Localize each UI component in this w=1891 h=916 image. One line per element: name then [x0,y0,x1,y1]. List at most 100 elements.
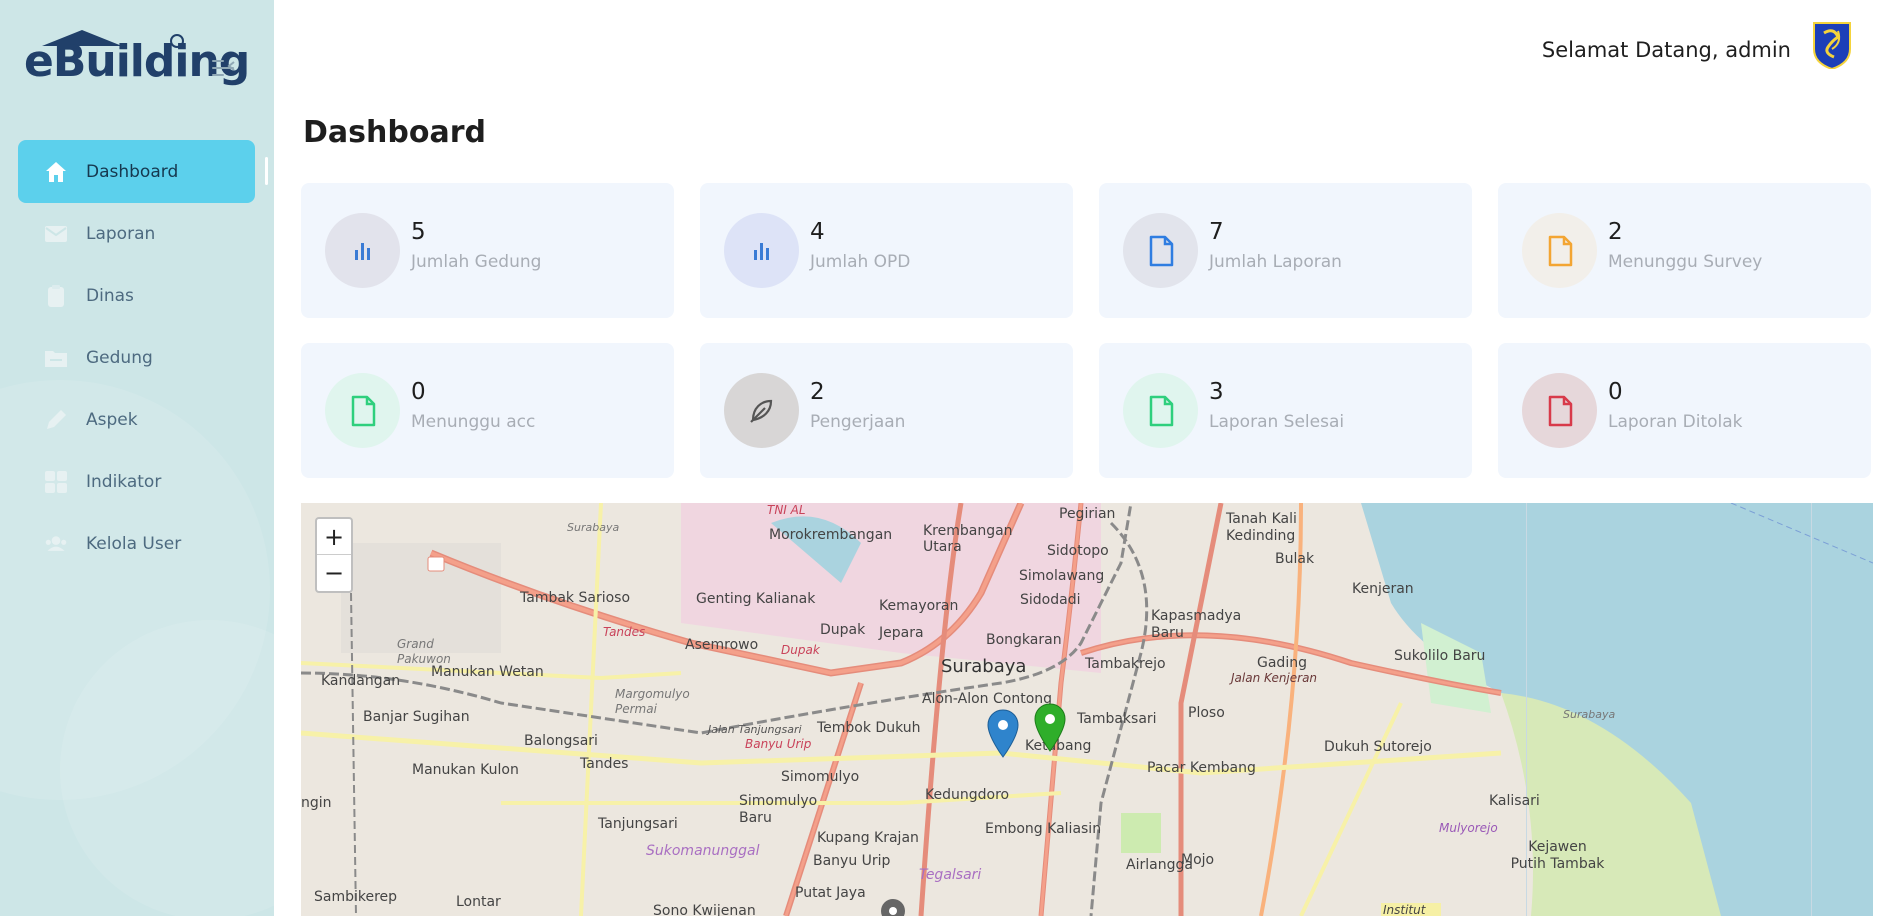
file-icon [1123,213,1198,288]
scroll-indicator [265,157,268,185]
collapse-icon [227,61,235,71]
sidebar-item-gedung[interactable]: Gedung [18,327,255,389]
map-label: Kandangan [321,673,401,689]
stat-value: 0 [411,379,426,405]
map-marker-blue[interactable] [987,709,1019,763]
stat-card-laporan-selesai[interactable]: 3 Laporan Selesai [1099,343,1472,478]
stat-label: Jumlah Gedung [411,252,542,272]
file-icon [1123,373,1198,448]
sidebar-item-label: Indikator [86,472,162,492]
sidebar-item-kelola-user[interactable]: Kelola User [18,513,255,575]
map-label: Bongkaran [986,632,1062,648]
stat-card-menunggu-survey[interactable]: 2 Menunggu Survey [1498,183,1871,318]
map-label: Sidotopo [1047,543,1109,559]
page-title: Dashboard [303,115,486,150]
stat-label: Menunggu Survey [1608,252,1763,272]
map-label: Tembok Dukuh [817,720,921,736]
stat-value: 3 [1209,379,1224,405]
mail-icon [44,222,68,246]
map-label: Tambak Sarioso [520,590,631,606]
stat-label: Jumlah OPD [810,252,911,272]
map-label: Jalan Kenjeran [1231,671,1318,685]
sidebar-item-label: Gedung [86,348,153,368]
pen-icon [44,408,68,432]
sidebar-item-label: Kelola User [86,534,182,554]
stat-card-jumlah-gedung[interactable]: 5 Jumlah Gedung [301,183,674,318]
map-label: Tandes [603,625,646,639]
map-label: Lontar [456,894,501,910]
bar-chart-icon [724,213,799,288]
map-label: TNI AL [767,503,806,517]
stat-card-menunggu-acc[interactable]: 0 Menunggu acc [301,343,674,478]
zoom-in-button[interactable]: + [317,519,351,555]
sidebar-item-laporan[interactable]: Laporan [18,203,255,265]
map-label: Manukan Kulon [412,762,519,778]
map-label: Kenjeran [1352,581,1414,597]
map-label: Sidodadi [1020,592,1081,608]
stat-card-jumlah-laporan[interactable]: 7 Jumlah Laporan [1099,183,1472,318]
map-label: Manukan Wetan [431,664,544,680]
stat-card-laporan-ditolak[interactable]: 0 Laporan Ditolak [1498,343,1871,478]
map-label: Institut [1383,903,1426,916]
map-label: Sambikerep [314,889,398,905]
stat-card-jumlah-opd[interactable]: 4 Jumlah OPD [700,183,1073,318]
stat-value: 4 [810,219,825,245]
map-label: Sukomanunggal [646,843,760,859]
map-label: Kalisari [1489,793,1540,809]
map-label: Tanah Kali Kedinding [1226,511,1297,544]
stat-value: 7 [1209,219,1224,245]
map-label: Kapasmadya Baru [1151,608,1242,641]
stat-label: Laporan Selesai [1209,412,1345,432]
map-label: Dukuh Sutorejo [1324,739,1432,755]
map-label: Putat Jaya [795,885,866,901]
file-icon [1522,373,1597,448]
map-label: Tambaksari [1077,711,1157,727]
map-label: Alon-Alon Contong [922,691,1053,707]
feather-icon [724,373,799,448]
map-label: Genting Kalianak [696,591,816,607]
clipboard-icon [44,284,68,308]
sidebar-item-label: Aspek [86,410,138,430]
bar-chart-icon [325,213,400,288]
file-icon [1522,213,1597,288]
map-view[interactable]: TNI AL Surabaya Morokrembangan Krembanga… [301,503,1873,916]
sidebar-item-dinas[interactable]: Dinas [18,265,255,327]
stat-label: Laporan Ditolak [1608,412,1743,432]
stat-card-pengerjaan[interactable]: 2 Pengerjaan [700,343,1073,478]
map-label: Bulak [1275,551,1315,567]
map-label: Dupak [781,643,820,657]
map-label: Dupak [820,622,866,638]
logo-globe-icon [170,34,184,48]
city-emblem-icon [1813,22,1851,71]
map-label: Krembangan Utara [923,523,1013,555]
sidebar-nav: Dashboard Laporan Dinas Gedung Aspek Ind… [18,140,255,575]
map-label: Ploso [1188,705,1225,721]
sidebar-item-indikator[interactable]: Indikator [18,451,255,513]
sidebar-item-aspek[interactable]: Aspek [18,389,255,451]
map-marker-green[interactable] [1034,703,1066,757]
map-label: Tegalsari [919,867,982,883]
stat-value: 2 [810,379,825,405]
stat-label: Pengerjaan [810,412,906,432]
map-label: Simolawang [1019,568,1105,584]
sidebar-toggle-button[interactable] [212,58,236,78]
stat-value: 2 [1608,219,1623,245]
home-icon [44,160,68,184]
map-label: Sono Kwijenan [653,903,756,916]
app-logo[interactable]: eBuilding [24,30,250,90]
sidebar-item-label: Laporan [86,224,156,244]
file-icon [325,373,400,448]
map-label: Banjar Sugihan [363,709,470,725]
map-label: Surabaya [1563,708,1616,721]
zoom-out-button[interactable]: − [317,555,351,591]
map-label: Kupang Krajan [817,830,919,846]
avatar[interactable] [1810,19,1854,71]
map-label: Pegirian [1059,506,1116,522]
map-label: Tanjungsari [598,816,678,832]
map-label: Surabaya [567,521,620,534]
welcome-text: Selamat Datang, admin [1541,38,1791,62]
stat-label: Menunggu acc [411,412,536,432]
map-tiles[interactable] [301,503,1873,916]
sidebar: eBuilding Dashboard Laporan Dinas Gedung… [0,0,274,916]
sidebar-item-dashboard[interactable]: Dashboard [18,140,255,203]
